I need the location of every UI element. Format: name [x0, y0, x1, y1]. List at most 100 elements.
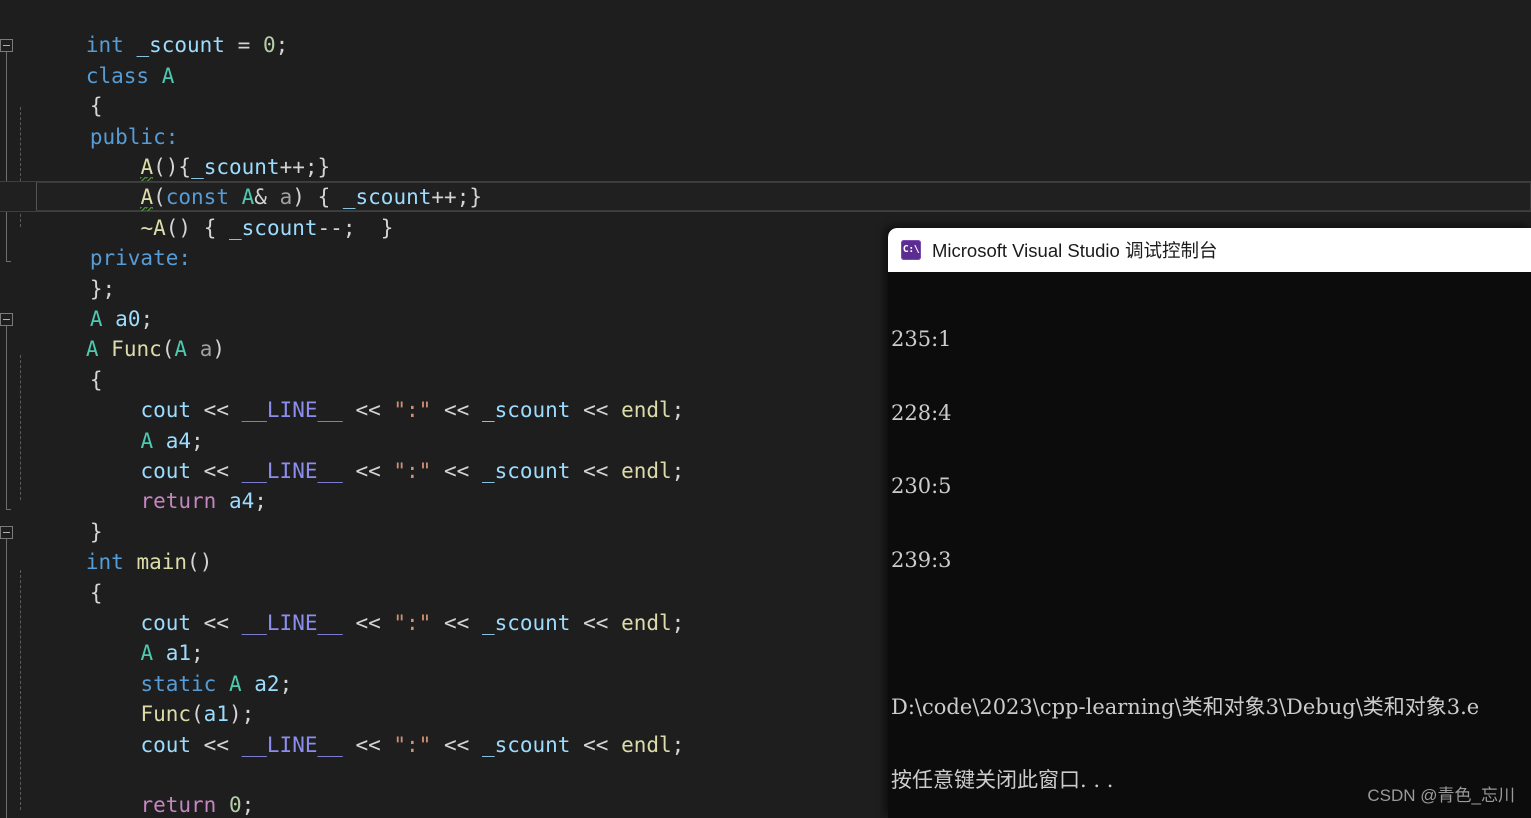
token-semicolon: ; — [279, 671, 293, 696]
code-line[interactable]: cout << __LINE__ << ":" << _scount << en… — [0, 578, 684, 635]
code-line[interactable]: int main() — [0, 517, 212, 574]
token-increment: ++ — [431, 185, 457, 210]
token-number-zero: 0 — [262, 33, 276, 58]
token-decrement: -- — [317, 215, 343, 240]
token-lparen: ( — [161, 337, 175, 362]
code-line[interactable]: return 0; — [0, 760, 254, 817]
code-line[interactable]: }; — [0, 243, 115, 301]
token-rbrace: } — [469, 185, 482, 210]
code-line[interactable]: cout << __LINE__ << ":" << _scount << en… — [0, 426, 684, 483]
code-line[interactable]: private: — [0, 213, 191, 270]
token-type-A: A — [174, 337, 188, 362]
token-shift: << — [355, 459, 381, 483]
token-macro-line: __LINE__ — [241, 611, 343, 635]
token-cout: cout — [140, 732, 192, 757]
code-line[interactable]: } — [0, 790, 103, 818]
fold-toggle-main[interactable] — [0, 525, 13, 539]
token-var-scount: _scount — [229, 215, 318, 240]
code-line[interactable]: { — [0, 547, 103, 605]
token-shift: << — [583, 398, 609, 423]
code-line[interactable]: cout << __LINE__ << ":" << _scount << en… — [0, 699, 684, 757]
token-var-a4: a4 — [228, 489, 255, 514]
token-shift: << — [443, 398, 470, 423]
token-semicolon: ; — [254, 489, 267, 514]
code-line[interactable]: cout << __LINE__ << ":" << _scount << en… — [0, 365, 684, 422]
token-semicolon: ; — [342, 215, 356, 240]
token-param-a: a — [199, 337, 213, 362]
token-shift: << — [583, 459, 609, 483]
token-function-Func: Func — [111, 337, 162, 362]
token-shift: << — [203, 398, 229, 423]
console-output-path-line: D:\code\2023\cpp-learning\类和对象3\Debug\类和… — [891, 694, 1480, 719]
token-endl: endl — [621, 459, 672, 483]
token-keyword-return: return — [140, 793, 217, 818]
token-var-scount: _scount — [481, 398, 571, 423]
console-titlebar[interactable]: C:\ Microsoft Visual Studio 调试控制台 — [888, 228, 1531, 272]
token-number-zero: 0 — [228, 793, 242, 818]
token-endl: endl — [621, 732, 672, 757]
token-lbrace: { — [203, 215, 217, 240]
code-line[interactable]: { — [0, 61, 103, 118]
token-string-colon: ":" — [393, 611, 432, 635]
token-function-main: main — [136, 550, 188, 575]
console-output-line: 235:1 — [891, 327, 952, 351]
console-icon: C:\ — [901, 240, 921, 260]
code-line[interactable]: A a0; — [0, 274, 153, 331]
screen-root: int _scount = 0; class A { public: A(){_… — [0, 0, 1531, 818]
token-macro-line: __LINE__ — [241, 732, 343, 757]
token-lparen: ( — [187, 550, 200, 575]
token-rparen: ) — [199, 550, 213, 575]
token-shift: << — [443, 459, 470, 483]
token-shift: << — [355, 611, 381, 635]
token-semicolon: ; — [671, 732, 685, 757]
token-rparen: ) — [212, 337, 226, 362]
code-line-blank[interactable] — [0, 730, 10, 760]
token-semicolon: ; — [456, 185, 470, 210]
code-line[interactable]: } — [0, 486, 103, 544]
fold-toggle-func[interactable] — [0, 313, 13, 326]
token-shift: << — [355, 398, 381, 423]
console-icon-label: C:\ — [902, 244, 920, 255]
token-assign: = — [237, 33, 251, 58]
token-string-colon: ":" — [393, 459, 432, 483]
token-string-colon: ":" — [393, 398, 432, 423]
token-endl: endl — [621, 611, 672, 635]
token-semicolon: ; — [275, 33, 289, 58]
token-rbrace: } — [380, 215, 394, 240]
code-line[interactable]: A Func(A a) — [0, 304, 225, 361]
debug-console-window[interactable]: C:\ Microsoft Visual Studio 调试控制台 235:1 … — [888, 228, 1531, 818]
token-shift: << — [203, 611, 229, 635]
token-endl: endl — [621, 398, 672, 423]
code-line[interactable]: public: — [0, 91, 179, 149]
token-macro-line: __LINE__ — [241, 398, 343, 423]
token-var-scount: _scount — [481, 732, 571, 757]
code-line[interactable]: A a4; — [0, 395, 203, 453]
console-output-prompt-line: 按任意键关闭此窗口. . . — [891, 768, 1114, 792]
token-semicolon: ; — [671, 611, 685, 635]
token-var-a2: a2 — [254, 671, 280, 696]
token-shift: << — [583, 611, 609, 635]
code-line[interactable]: Func(a1); — [0, 669, 254, 726]
console-window-title: Microsoft Visual Studio 调试控制台 — [932, 240, 1218, 261]
code-line[interactable]: A(const A& a) { _scount++;} — [0, 152, 482, 212]
code-line[interactable]: static A a2; — [0, 638, 292, 696]
fold-toggle-class[interactable] — [0, 39, 13, 53]
token-shift: << — [583, 732, 609, 757]
code-line[interactable]: A(){_scount++;} — [0, 122, 330, 181]
token-semicolon: ; — [241, 793, 255, 818]
token-shift: << — [443, 611, 470, 635]
token-keyword-return: return — [140, 489, 217, 514]
code-line[interactable]: A a1; — [0, 608, 203, 665]
token-var-scount: _scount — [481, 459, 571, 483]
console-output[interactable]: 235:1 228:4 230:5 239:3 D:\code\2023\cpp… — [888, 272, 1531, 818]
token-shift: << — [203, 732, 229, 757]
console-output-line: 228:4 — [891, 400, 952, 425]
code-line[interactable]: int _scount = 0; — [0, 0, 288, 57]
code-line[interactable]: { — [0, 334, 103, 392]
token-semicolon: ; — [671, 398, 685, 423]
code-line[interactable]: return a4; — [0, 456, 266, 513]
code-line[interactable]: class A — [0, 30, 174, 88]
code-line-current[interactable]: ~A() { _scount--; } — [0, 182, 393, 240]
token-shift: << — [443, 732, 470, 757]
token-string-colon: ":" — [393, 732, 432, 757]
